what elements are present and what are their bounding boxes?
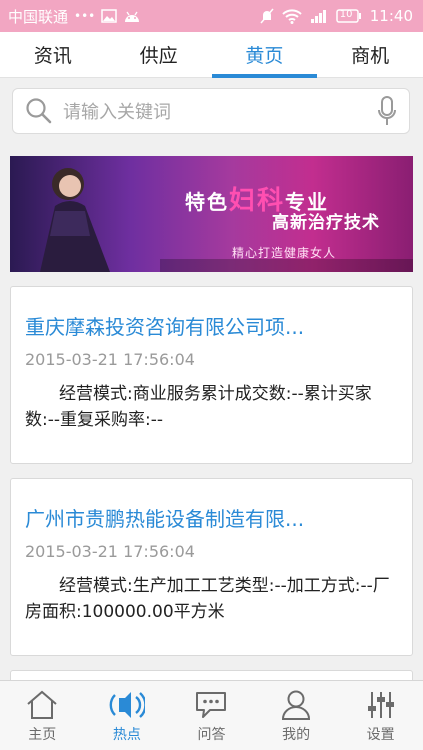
list-item[interactable]: 重庆摩森投资咨询有限公司项... 2015-03-21 17:56:04 经营模… xyxy=(10,286,413,464)
nav-home[interactable]: 主页 xyxy=(0,681,85,750)
listing-time: 2015-03-21 17:56:04 xyxy=(25,350,195,369)
nav-settings-label: 设置 xyxy=(366,727,395,743)
android-icon xyxy=(123,9,141,23)
listing-time: 2015-03-21 17:56:04 xyxy=(25,542,195,561)
user-icon xyxy=(282,690,311,720)
nav-home-label: 主页 xyxy=(28,727,57,743)
tab-business[interactable]: 商机 xyxy=(317,32,423,77)
search-placeholder: 请输入关键词 xyxy=(63,102,171,123)
banner-strip xyxy=(160,259,413,272)
battery-level: 10 xyxy=(339,9,353,20)
bottom-nav: 主页 热点 问答 我的 设置 xyxy=(0,680,423,750)
listing-description: 经营模式:商业服务累计成交数:--累计买家数:--重复采购率:-- xyxy=(25,384,372,430)
tab-supply[interactable]: 供应 xyxy=(106,32,212,77)
broadcast-icon xyxy=(109,692,145,718)
mute-icon xyxy=(260,8,274,24)
carrier-label: 中国联通 xyxy=(8,7,69,26)
nav-mine[interactable]: 我的 xyxy=(254,681,339,750)
search-input[interactable]: 请输入关键词 xyxy=(12,88,410,134)
search-area: 请输入关键词 xyxy=(0,79,423,145)
ad-banner[interactable]: 特色妇科专业 高新治疗技术 精心打造健康女人 xyxy=(10,156,413,272)
signal-icon xyxy=(310,9,328,23)
list-item[interactable]: 广州市贵鹏热能设备制造有限... 2015-03-21 17:56:04 经营模… xyxy=(10,478,413,656)
nav-hot[interactable]: 热点 xyxy=(85,681,170,750)
listing-title[interactable]: 广州市贵鹏热能设备制造有限... xyxy=(25,503,398,532)
image-icon xyxy=(101,9,117,23)
clock: 11:40 xyxy=(369,7,413,25)
nav-qa-label: 问答 xyxy=(197,727,226,743)
banner-figure xyxy=(40,168,110,272)
listing-title[interactable]: 重庆摩森投资咨询有限公司项... xyxy=(25,311,398,340)
microphone-icon[interactable] xyxy=(377,95,397,127)
battery-icon: 10 xyxy=(336,9,362,23)
banner-line-2: 高新治疗技术 xyxy=(272,213,380,233)
chat-icon xyxy=(196,692,227,718)
nav-mine-label: 我的 xyxy=(282,727,311,743)
nav-settings[interactable]: 设置 xyxy=(338,681,423,750)
home-icon xyxy=(27,690,57,719)
notification-dots: ••• xyxy=(74,9,96,23)
status-bar: 中国联通 ••• 10 11:40 xyxy=(0,0,423,32)
top-tabs: 资讯 供应 黄页 商机 xyxy=(0,32,423,78)
tab-news[interactable]: 资讯 xyxy=(0,32,106,77)
listing-description: 经营模式:生产加工工艺类型:--加工方式:--厂房面积:100000.00平方米 xyxy=(25,576,390,622)
search-icon xyxy=(25,97,53,125)
sliders-icon xyxy=(367,692,394,718)
banner-line-1a: 特色 xyxy=(185,190,229,214)
nav-qa[interactable]: 问答 xyxy=(169,681,254,750)
tab-yellow-pages[interactable]: 黄页 xyxy=(211,32,318,78)
nav-hot-label: 热点 xyxy=(112,727,141,743)
wifi-icon xyxy=(282,8,302,24)
